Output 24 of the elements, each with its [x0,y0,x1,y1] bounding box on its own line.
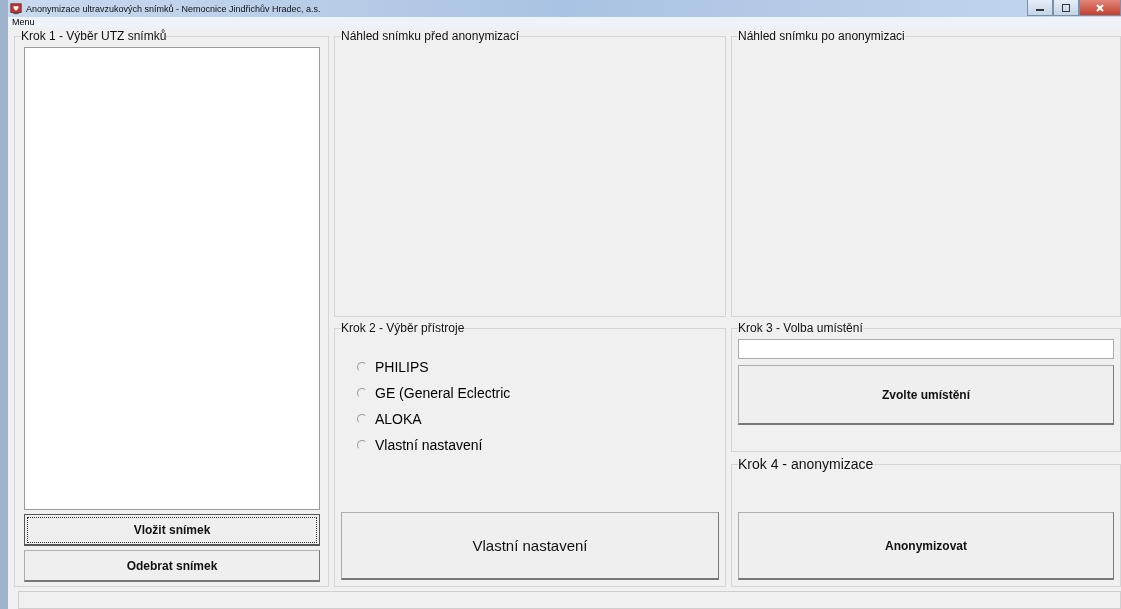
device-radio[interactable]: PHILIPS [357,359,719,375]
choose-location-button[interactable]: Zvolte umístění [738,365,1114,425]
device-radio[interactable]: Vlastní nastavení [357,437,719,453]
group-title: Krok 2 - Výběr přístroje [341,321,465,335]
device-radio[interactable]: ALOKA [357,411,719,427]
minimize-button[interactable] [1027,0,1053,16]
group-title: Krok 4 - anonymizace [738,456,874,472]
list-action-button[interactable]: Odebrat snímek [24,550,320,582]
anonymize-button[interactable]: Anonymizovat [738,512,1114,580]
group-title: Krok 3 - Volba umístění [738,321,863,335]
location-field[interactable] [738,339,1114,359]
device-radio[interactable]: GE (General Eclectric [357,385,719,401]
maximize-icon [1061,3,1071,12]
group-title: Náhled snímku po anonymizaci [738,29,905,43]
group-title: Náhled snímku před anonymizací [341,29,520,43]
list-action-button[interactable]: Vložit snímek [24,514,320,546]
menu-item[interactable]: Menu [12,17,35,27]
close-icon [1095,3,1105,12]
app-icon [10,2,22,15]
custom-settings-button[interactable]: Vlastní nastavení [341,512,719,580]
maximize-button[interactable] [1053,0,1079,16]
window-title: Anonymizace ultravzukových snímků - Nemocnice Jindřichův Hradec, a.s. [26,3,322,14]
group-title: Krok 1 - Výběr UTZ snímků [21,29,167,43]
close-button[interactable] [1079,0,1121,16]
